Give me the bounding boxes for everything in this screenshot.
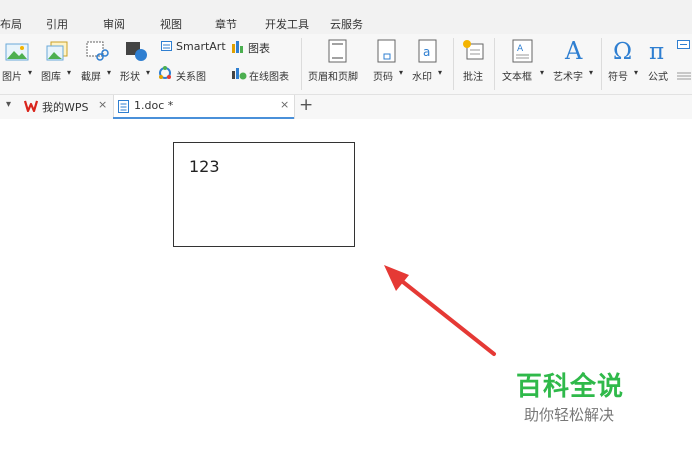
- watermark-subtitle: 助你轻松解决: [524, 406, 615, 424]
- watermark-title: 百科全说: [516, 372, 625, 402]
